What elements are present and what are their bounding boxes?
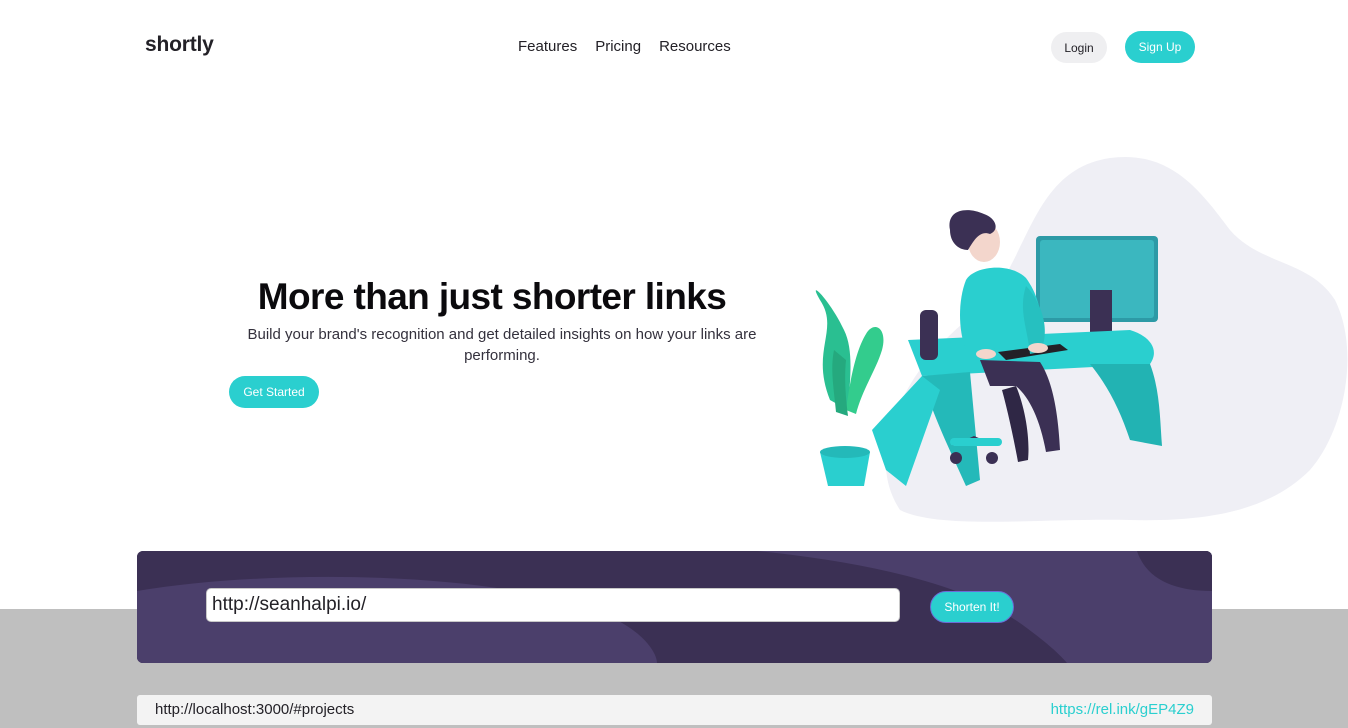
hero-title: More than just shorter links (257, 276, 727, 317)
person-working-illustration (815, 156, 1348, 522)
url-input[interactable] (206, 588, 900, 622)
nav-resources-link[interactable]: Resources (659, 38, 731, 55)
shorten-panel: Shorten It! (137, 551, 1212, 663)
shorten-button[interactable]: Shorten It! (930, 591, 1014, 623)
nav-features-link[interactable]: Features (518, 38, 577, 55)
main-nav: Features Pricing Resources (518, 38, 731, 55)
get-started-button[interactable]: Get Started (229, 376, 319, 408)
signup-button[interactable]: Sign Up (1125, 31, 1195, 63)
nav-pricing-link[interactable]: Pricing (595, 38, 641, 55)
original-url: http://localhost:3000/#projects (155, 701, 355, 718)
short-url-link[interactable]: https://rel.ink/gEP4Z9 (1051, 701, 1194, 718)
logo[interactable]: shortly (145, 33, 214, 57)
hero-subtitle: Build your brand's recognition and get d… (247, 326, 757, 364)
login-button[interactable]: Login (1051, 32, 1107, 63)
result-row: http://localhost:3000/#projects https://… (137, 695, 1212, 725)
